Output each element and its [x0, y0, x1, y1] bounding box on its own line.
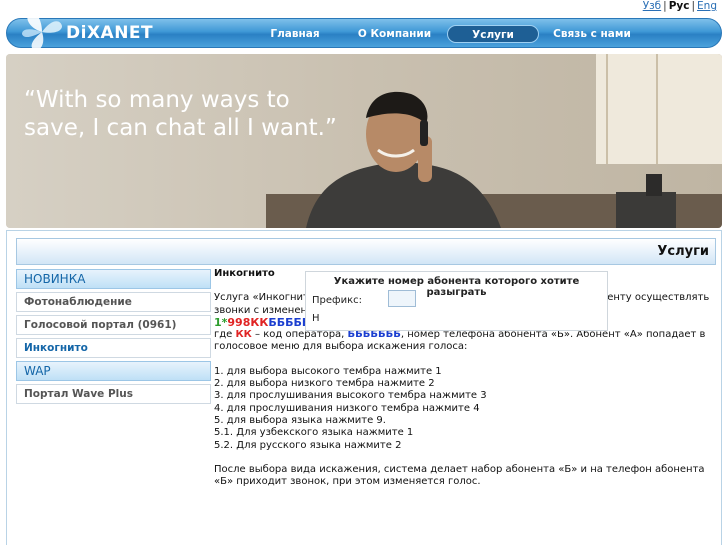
nav-item-services[interactable]: Услуги: [447, 25, 539, 43]
menu-step: 2. для выбора низкого тембра нажмите 2: [214, 378, 435, 390]
prefix-label: Префикс:: [312, 295, 362, 306]
sidebar-heading-new: НОВИНКА: [16, 269, 211, 289]
format-explanation: где КК – код оператора, БББББББ, номер т…: [214, 329, 714, 354]
sidebar-item-wave-plus[interactable]: Портал Wave Plus: [16, 384, 211, 404]
menu-step: 4. для прослушивания низкого тембра нажм…: [214, 402, 480, 414]
explain-text: где: [214, 329, 236, 341]
prefix-input[interactable]: [388, 290, 416, 307]
page-title: Услуги: [657, 244, 709, 259]
sidebar-item-voice-portal[interactable]: Голосовой портал (0961): [16, 315, 211, 335]
lang-uz-link[interactable]: Узб: [643, 0, 661, 12]
hero-banner: “With so many ways to save, I can chat a…: [6, 54, 722, 228]
site-logo[interactable]: DiXANET: [20, 10, 160, 54]
menu-step: 5. для выбора языка нажмите 9.: [214, 414, 386, 426]
lang-separator: |: [691, 0, 696, 12]
prank-number-form: Укажите номер абонента которого хотите р…: [305, 271, 608, 331]
lang-separator: |: [663, 0, 667, 12]
menu-step: 5.2. Для русского языка нажмите 2: [214, 439, 402, 451]
sidebar-item-photo-monitoring[interactable]: Фотонаблюдение: [16, 292, 211, 312]
lang-en-link[interactable]: Eng: [697, 0, 717, 12]
menu-step: 1. для выбора высокого тембра нажмите 1: [214, 365, 442, 377]
language-switch: Узб | Рус | Eng: [643, 0, 717, 12]
menu-step: 5.1. Для узбекского языка нажмите 1: [214, 427, 414, 439]
format-prefix: 1*: [214, 315, 228, 329]
service-after-text: После выбора вида искажения, система дел…: [214, 463, 705, 488]
number-label: Н: [312, 313, 320, 324]
banner-quote: “With so many ways to save, I can chat a…: [24, 87, 337, 141]
page-title-bar: Услуги: [16, 238, 716, 265]
sidebar: НОВИНКА Фотонаблюдение Голосовой портал …: [16, 269, 211, 407]
menu-step: 3. для прослушивания высокого тембра наж…: [214, 390, 487, 402]
logo-text: DiXANET: [66, 23, 154, 43]
sidebar-heading-wap: WAP: [16, 361, 211, 381]
nav-item-about[interactable]: О Компании: [352, 25, 437, 43]
nav-item-home[interactable]: Главная: [266, 25, 324, 43]
sidebar-item-incognito[interactable]: Инкогнито: [16, 338, 211, 358]
nav-item-contact[interactable]: Связь с нами: [549, 25, 635, 43]
lang-ru-current: Рус: [668, 0, 690, 12]
format-code: 998КК: [227, 315, 269, 329]
explain-kk: КК: [235, 329, 252, 341]
logo-petals-icon: [22, 11, 62, 51]
